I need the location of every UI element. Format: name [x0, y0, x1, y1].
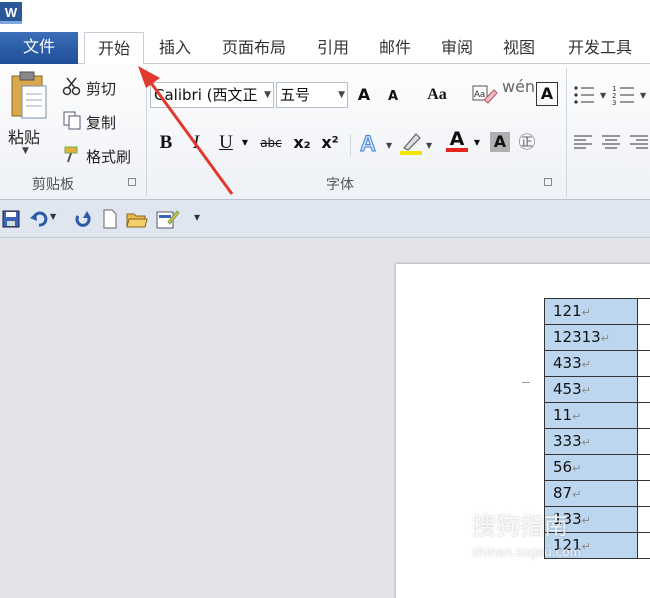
word-window: W 文件 开始 插入 页面布局 引用 邮件 审阅 视图 开发工具 粘贴 ▼ 剪切…	[0, 0, 650, 598]
watermark-url: zhinan.sogou.com	[472, 545, 582, 559]
watermark: 搜狗指南 zhinan.sogou.com	[472, 506, 632, 586]
watermark-text: 搜狗指南	[472, 512, 568, 540]
